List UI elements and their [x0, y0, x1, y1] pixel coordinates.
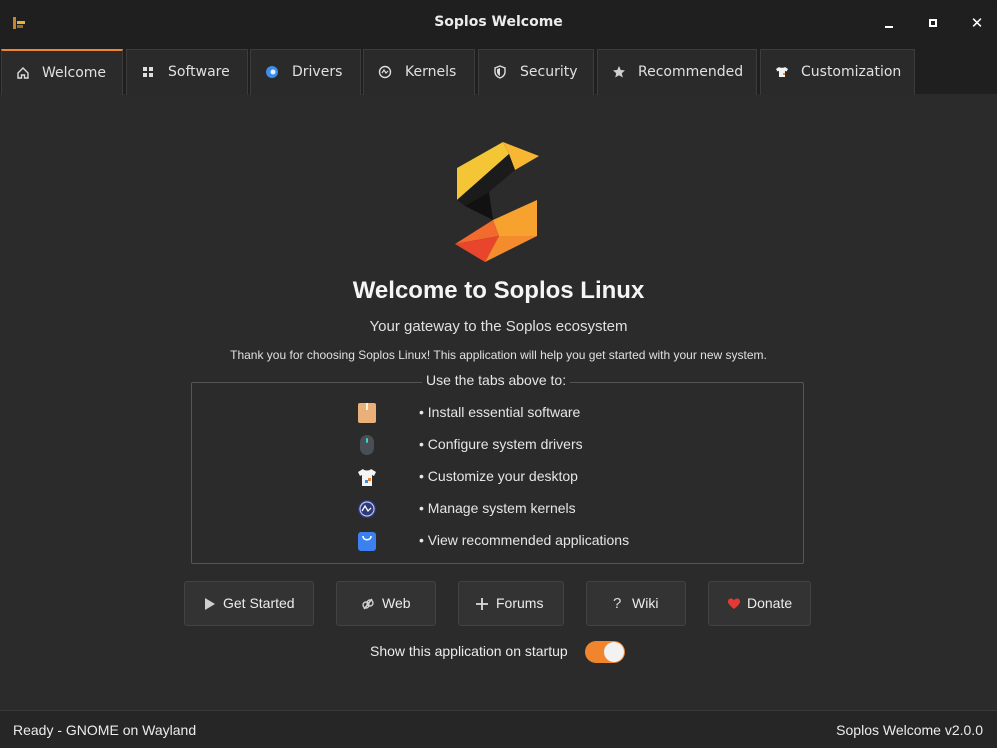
page-description: Thank you for choosing Soplos Linux! Thi… [230, 348, 767, 362]
features-title: Use the tabs above to: [422, 372, 571, 388]
minimize-button[interactable] [877, 12, 901, 34]
toggle-knob [604, 642, 624, 662]
button-label: Get Started [223, 595, 295, 611]
features-frame: Use the tabs above to: • Install essenti… [191, 372, 804, 564]
soplos-logo [455, 142, 539, 262]
feature-text: • Install essential software [419, 404, 581, 420]
tab-label: Customization [801, 64, 902, 80]
button-label: Donate [747, 595, 793, 611]
tshirt-icon [358, 469, 376, 486]
tshirt-icon [776, 67, 788, 77]
heart-icon [728, 598, 740, 609]
feature-text: • Manage system kernels [419, 500, 576, 516]
web-button[interactable]: Web [336, 581, 436, 626]
maximize-icon [929, 19, 937, 27]
tab-label: Kernels [405, 64, 457, 80]
tab-label: Software [168, 64, 230, 80]
shield-icon [494, 65, 506, 79]
list-item: • Manage system kernels [357, 498, 797, 522]
grid-icon [143, 67, 153, 77]
mouse-icon [360, 435, 374, 455]
list-item: • Customize your desktop [357, 466, 797, 490]
donate-button[interactable]: Donate [708, 581, 811, 626]
forums-button[interactable]: Forums [458, 581, 564, 626]
tab-label: Drivers [292, 64, 343, 80]
startup-toggle[interactable] [585, 641, 625, 663]
driver-icon [266, 66, 278, 78]
tab-security[interactable]: Security [478, 49, 594, 95]
status-text: Ready - GNOME on Wayland [13, 722, 197, 738]
list-item: • Install essential software [357, 402, 797, 426]
tab-welcome[interactable]: Welcome [1, 49, 123, 95]
tab-kernels[interactable]: Kernels [363, 49, 475, 95]
tab-label: Welcome [42, 65, 107, 81]
plus-icon [476, 598, 488, 610]
maximize-button[interactable] [921, 12, 945, 34]
tab-label: Recommended [638, 64, 744, 80]
close-button[interactable]: ✕ [965, 12, 989, 34]
button-label: Forums [496, 595, 544, 611]
kernel-icon [358, 500, 376, 518]
button-label: Web [382, 595, 411, 611]
app-window: Soplos Welcome ✕ Welcome Software Driver… [0, 0, 997, 748]
shopping-bag-icon [358, 532, 376, 551]
tab-label: Security [520, 64, 578, 80]
feature-text: • Configure system drivers [419, 436, 583, 452]
tab-drivers[interactable]: Drivers [250, 49, 361, 95]
list-item: • Configure system drivers [357, 434, 797, 458]
kernel-icon [378, 65, 392, 79]
home-icon [17, 67, 29, 79]
page-subtitle: Your gateway to the Soplos ecosystem [369, 318, 628, 335]
play-icon [205, 598, 215, 610]
close-icon: ✕ [970, 14, 984, 32]
list-item: • View recommended applications [357, 530, 797, 554]
question-icon: ? [613, 595, 622, 612]
button-label: Wiki [632, 595, 659, 611]
tab-bar: Welcome Software Drivers Kernels Securit… [0, 47, 997, 95]
window-title: Soplos Welcome [434, 14, 563, 30]
package-icon [358, 403, 376, 423]
wiki-button[interactable]: ? Wiki [586, 581, 686, 626]
tab-recommended[interactable]: Recommended [597, 49, 757, 95]
tab-customization[interactable]: Customization [760, 49, 915, 95]
version-label: Soplos Welcome v2.0.0 [836, 722, 983, 738]
feature-text: • Customize your desktop [419, 468, 578, 484]
titlebar: Soplos Welcome ✕ [0, 0, 997, 47]
get-started-button[interactable]: Get Started [184, 581, 314, 626]
startup-toggle-label: Show this application on startup [370, 643, 568, 659]
minimize-icon [885, 26, 893, 28]
feature-text: • View recommended applications [419, 532, 630, 548]
page-title: Welcome to Soplos Linux [352, 277, 645, 304]
status-bar: Ready - GNOME on Wayland Soplos Welcome … [0, 710, 997, 748]
star-icon [613, 66, 625, 78]
link-icon [362, 598, 374, 610]
tab-software[interactable]: Software [126, 49, 248, 95]
